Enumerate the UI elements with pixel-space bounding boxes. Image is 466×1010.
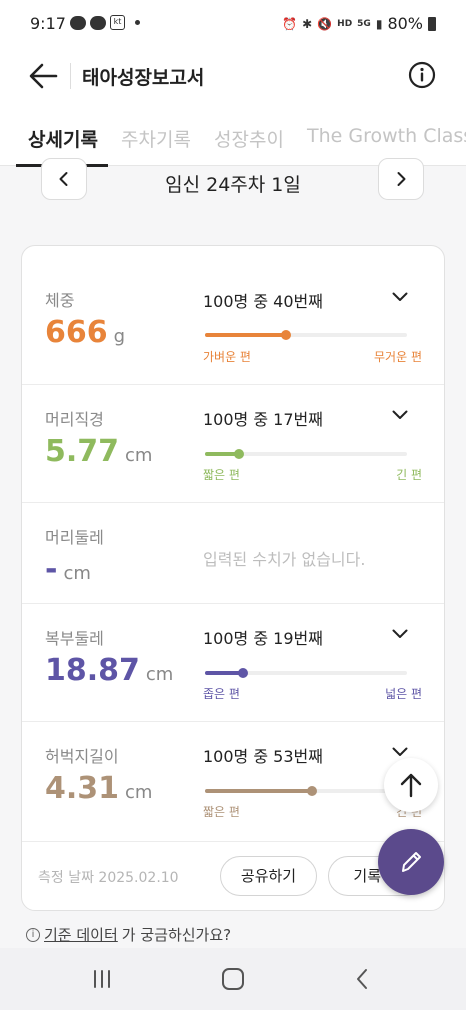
metric-value: 4.31 cm <box>45 771 152 806</box>
alarm-icon: ⏰ <box>282 16 298 31</box>
share-button[interactable]: 공유하기 <box>220 856 317 896</box>
metric-rank: 100명 중 19번째 <box>203 629 323 648</box>
metric-row-head-circumference[interactable]: 머리둘레 - cm 입력된 수치가 없습니다. <box>22 503 444 604</box>
tab-bar: 상세기록 주차기록 성장추이 The Growth Class <box>0 106 466 167</box>
home-icon[interactable] <box>220 966 246 992</box>
tab-growth-class[interactable]: The Growth Class <box>307 125 466 147</box>
percentile-knob <box>238 668 249 678</box>
metric-rank: 100명 중 53번째 <box>203 747 323 766</box>
scroll-to-top-button[interactable] <box>384 758 438 812</box>
metric-rank: 100명 중 40번째 <box>203 292 323 311</box>
chevron-right-icon <box>397 172 406 186</box>
percentile-fill <box>205 333 286 337</box>
percentile-knob <box>280 330 291 340</box>
metric-label: 머리직경 <box>45 410 104 429</box>
metric-unit: cm <box>125 445 153 466</box>
metric-row-abdominal-circumference[interactable]: 복부둘레 18.87 cm 100명 중 19번째 좁은 편 넓은 편 <box>22 604 444 722</box>
next-week-button[interactable] <box>378 158 424 200</box>
metric-rank: 100명 중 17번째 <box>203 410 323 429</box>
edit-record-button[interactable] <box>378 829 444 895</box>
page-title: 태아성장보고서 <box>82 67 205 89</box>
talk-icon <box>70 15 86 30</box>
scale-high-label: 무거운 편 <box>374 350 422 364</box>
metric-value: 5.77 cm <box>45 434 152 469</box>
back-button[interactable] <box>26 58 62 94</box>
metric-unit: cm <box>63 563 91 584</box>
status-time: 9:17 <box>30 14 66 33</box>
measurement-card: 체중 666 g 100명 중 40번째 가벼운 편 무거운 편 머리직경 5.7… <box>21 245 445 911</box>
pencil-icon <box>402 852 421 872</box>
recent-apps-icon[interactable] <box>89 966 115 992</box>
header-divider <box>70 63 71 89</box>
mute-icon: 🔇 <box>317 16 333 31</box>
metric-row-weight[interactable]: 체중 666 g 100명 중 40번째 가벼운 편 무거운 편 <box>22 246 444 385</box>
info-button[interactable] <box>408 61 436 89</box>
app-header: 태아성장보고서 <box>0 46 466 106</box>
scale-high-label: 긴 편 <box>396 468 422 482</box>
bluetooth-icon: ✱ <box>302 16 313 31</box>
metric-label: 머리둘레 <box>45 528 104 547</box>
battery-label: 80% <box>387 14 423 33</box>
scale-low-label: 짧은 편 <box>203 805 240 819</box>
metric-unit: cm <box>145 664 174 685</box>
metric-label: 복부둘레 <box>45 629 104 648</box>
metric-number: - <box>45 552 58 587</box>
chat-icon <box>90 15 106 30</box>
scale-low-label: 가벼운 편 <box>203 350 251 364</box>
metric-number: 18.87 <box>45 653 140 688</box>
metric-value: - cm <box>45 552 91 587</box>
standard-data-link[interactable]: 기준 데이터 <box>44 924 118 945</box>
measurement-date: 측정 날짜 2025.02.10 <box>38 870 179 886</box>
chevron-down-icon[interactable] <box>392 747 408 757</box>
kt-icon: kt <box>110 15 125 30</box>
metric-value: 666 g <box>45 315 125 350</box>
standard-data-help[interactable]: i 기준 데이터 가 궁금하신가요? <box>26 924 231 945</box>
empty-value-message: 입력된 수치가 없습니다. <box>203 550 366 569</box>
network-label: 5G <box>357 18 371 29</box>
percentile-knob <box>307 786 318 796</box>
scale-high-label: 넓은 편 <box>385 687 422 701</box>
metric-row-head-diameter[interactable]: 머리직경 5.77 cm 100명 중 17번째 짧은 편 긴 편 <box>22 385 444 503</box>
notification-dot-icon <box>135 20 140 25</box>
metric-number: 5.77 <box>45 434 120 469</box>
percentile-track <box>205 330 407 340</box>
metric-row-femur-length[interactable]: 허벅지길이 4.31 cm 100명 중 53번째 짧은 편 긴 편 <box>22 722 444 842</box>
percentile-track <box>205 786 407 796</box>
tab-weekly[interactable]: 주차기록 <box>121 125 191 152</box>
chevron-down-icon[interactable] <box>392 292 408 302</box>
scale-low-label: 좁은 편 <box>203 687 240 701</box>
chevron-down-icon[interactable] <box>392 410 408 420</box>
info-small-icon: i <box>26 927 40 942</box>
metric-unit: g <box>113 326 126 347</box>
chevron-down-icon[interactable] <box>392 629 408 639</box>
info-icon <box>408 61 436 89</box>
system-nav-bar <box>0 948 466 1010</box>
percentile-track <box>205 668 407 678</box>
week-navigator: 임신 24주차 1일 <box>0 158 466 202</box>
metric-number: 666 <box>45 315 108 350</box>
percentile-fill <box>205 789 313 793</box>
system-back-icon[interactable] <box>350 966 376 992</box>
back-arrow-icon <box>29 63 58 89</box>
scale-low-label: 짧은 편 <box>203 468 240 482</box>
tab-details[interactable]: 상세기록 <box>28 125 98 152</box>
help-text: 가 궁금하신가요? <box>121 926 232 944</box>
arrow-up-icon <box>400 773 422 798</box>
metric-label: 허벅지길이 <box>45 747 119 766</box>
metric-number: 4.31 <box>45 771 120 806</box>
metric-label: 체중 <box>45 291 75 310</box>
tab-growth-trend[interactable]: 성장추이 <box>214 125 284 152</box>
metric-unit: cm <box>125 782 153 803</box>
hd-voice-icon: HD <box>337 18 353 29</box>
percentile-track <box>205 449 407 459</box>
status-bar: 9:17 kt ⏰ ✱ 🔇 HD 5G ▮ 80% <box>0 0 466 46</box>
percentile-knob <box>234 449 245 459</box>
battery-icon <box>428 16 436 31</box>
signal-icon: ▮ <box>375 16 383 31</box>
metric-value: 18.87 cm <box>45 653 173 688</box>
